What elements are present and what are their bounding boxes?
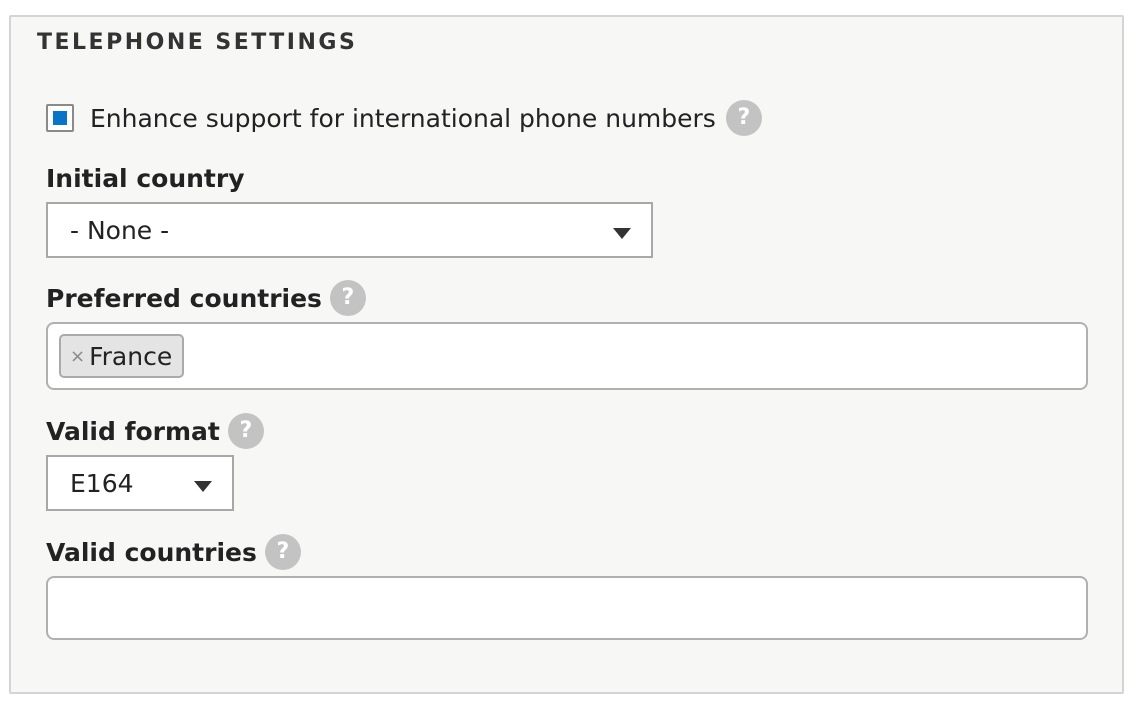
- remove-tag-icon[interactable]: ×: [70, 346, 85, 367]
- initial-country-select[interactable]: - None -: [46, 202, 653, 258]
- valid-format-value: E164: [70, 468, 134, 498]
- initial-country-value: - None -: [70, 215, 170, 245]
- valid-countries-label: Valid countries: [46, 537, 257, 567]
- preferred-countries-multiselect[interactable]: × France: [46, 322, 1088, 390]
- help-icon[interactable]: ?: [329, 280, 366, 316]
- help-icon[interactable]: ?: [725, 100, 762, 136]
- enhance-support-row: Enhance support for international phone …: [46, 100, 762, 136]
- section-title: TELEPHONE SETTINGS: [37, 30, 358, 55]
- valid-countries-multiselect[interactable]: [46, 576, 1088, 640]
- country-tag: × France: [59, 334, 185, 378]
- preferred-countries-label: Preferred countries: [46, 283, 322, 313]
- enhance-support-label[interactable]: Enhance support for international phone …: [90, 104, 716, 133]
- enhance-support-checkbox[interactable]: [46, 104, 74, 132]
- valid-format-label-row: Valid format ?: [46, 413, 264, 449]
- tag-label: France: [89, 341, 173, 371]
- initial-country-label-row: Initial country: [46, 160, 253, 196]
- initial-country-label: Initial country: [46, 163, 245, 193]
- help-icon[interactable]: ?: [264, 534, 301, 570]
- checkbox-checked-indicator: [53, 111, 67, 125]
- chevron-down-icon: [194, 480, 212, 492]
- valid-format-label: Valid format: [46, 416, 220, 446]
- help-icon[interactable]: ?: [227, 413, 264, 449]
- valid-countries-label-row: Valid countries ?: [46, 534, 301, 570]
- valid-format-select[interactable]: E164: [46, 455, 234, 511]
- chevron-down-icon: [613, 227, 631, 239]
- preferred-countries-label-row: Preferred countries ?: [46, 280, 366, 316]
